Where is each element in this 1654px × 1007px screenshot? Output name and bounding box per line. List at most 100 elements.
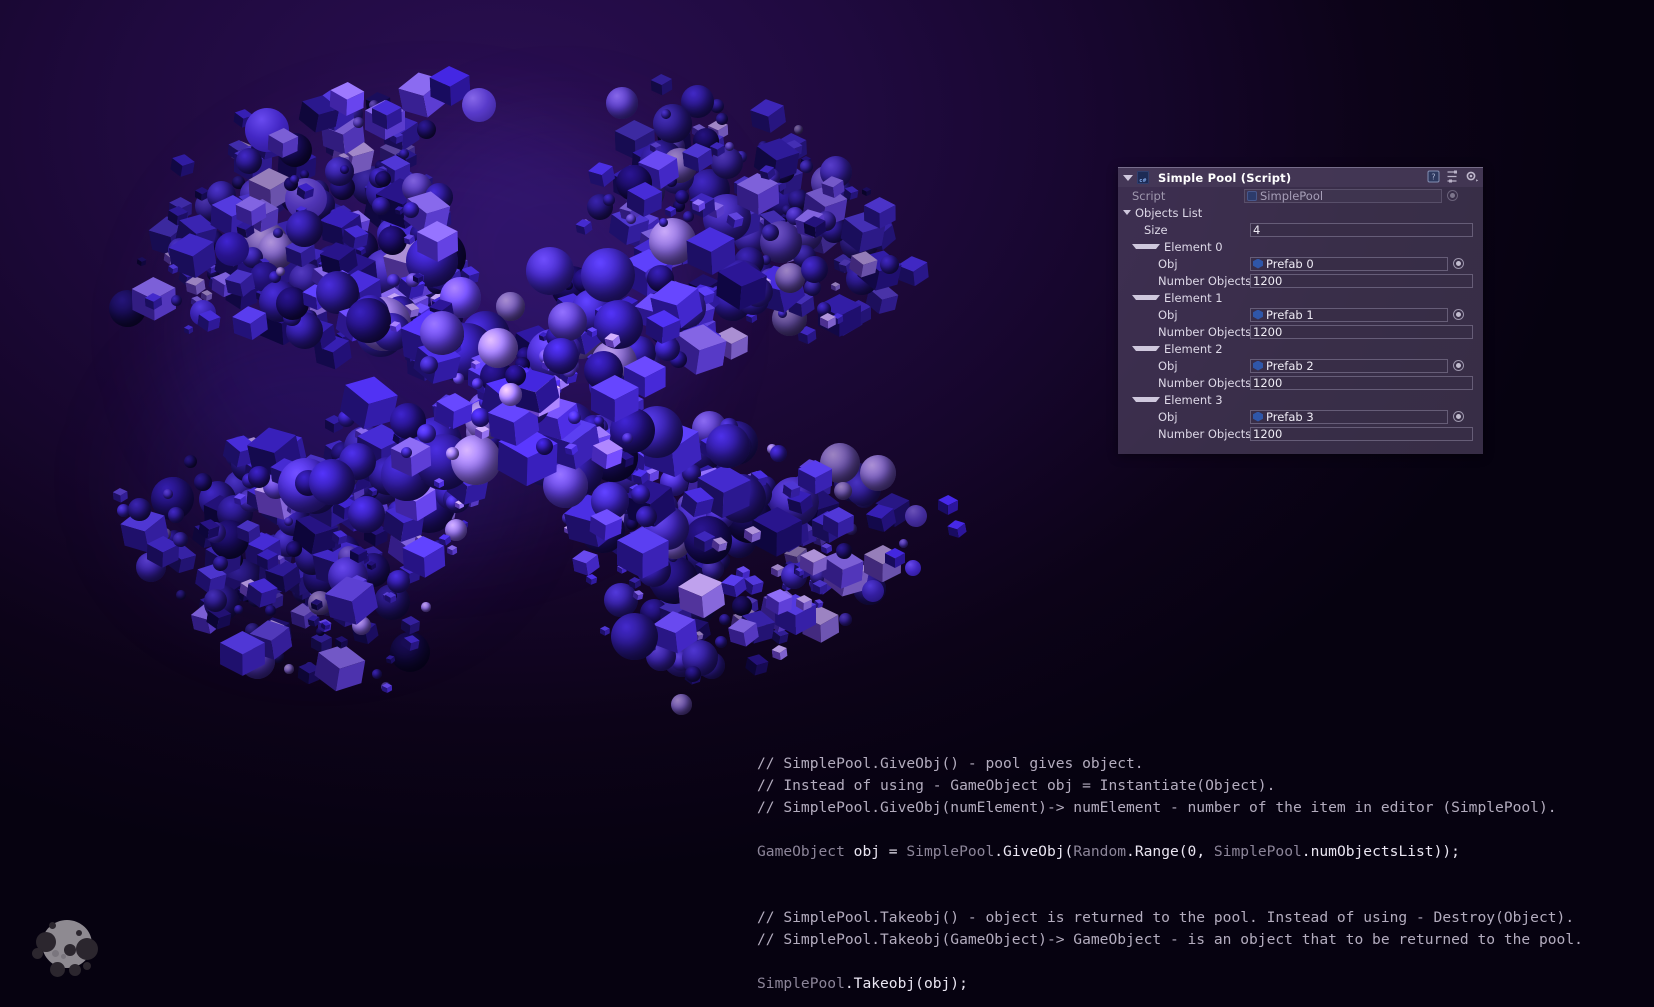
pooled-object: [183, 454, 198, 469]
pooled-object: [691, 198, 705, 212]
inspector-bottom-spacer: [1118, 444, 1483, 454]
pooled-object: [163, 489, 173, 499]
pooled-object: [197, 308, 222, 333]
pooled-object: [220, 631, 265, 676]
element-3-foldout-icon[interactable]: [1132, 397, 1160, 402]
element-1-foldout-icon[interactable]: [1132, 295, 1160, 300]
pooled-object: [310, 598, 323, 611]
script-field[interactable]: SimplePool: [1244, 189, 1442, 203]
pooled-object: [749, 97, 787, 135]
code-line-4: GameObject obj = SimplePool.GiveObj(Rand…: [757, 843, 1460, 860]
element-2-foldout-row[interactable]: Element 2: [1118, 340, 1483, 357]
element-0-count-label: Number Objects: [1124, 274, 1250, 288]
objects-list-foldout-row[interactable]: Objects List: [1118, 204, 1483, 221]
element-1-obj-field[interactable]: Prefab 1: [1250, 308, 1448, 322]
element-1-foldout-row[interactable]: Element 1: [1118, 289, 1483, 306]
pooled-object: [938, 495, 958, 515]
element-2-foldout-icon[interactable]: [1132, 346, 1160, 351]
code-gap-2: [757, 863, 1583, 885]
code-line-6: // SimplePool.Takeobj(GameObject)-> Game…: [757, 931, 1583, 948]
pooled-object: [681, 141, 713, 173]
code-line-2: // Instead of using - GameObject obj = I…: [757, 777, 1275, 794]
pooled-object: [820, 313, 836, 329]
element-0-count-row[interactable]: Number Objects 1200: [1118, 272, 1483, 289]
element-3-obj-row[interactable]: Obj Prefab 3: [1118, 408, 1483, 425]
element-0-foldout-icon[interactable]: [1132, 244, 1160, 249]
pooled-object: [329, 81, 364, 116]
element-0-foldout-row[interactable]: Element 0: [1118, 238, 1483, 255]
element-0-obj-row[interactable]: Obj Prefab 0: [1118, 255, 1483, 272]
pooled-object: [276, 267, 285, 276]
script-row[interactable]: Script SimplePool: [1118, 187, 1483, 204]
pooled-object: [447, 545, 458, 556]
preset-icon[interactable]: [1446, 170, 1459, 186]
pooled-object: [604, 331, 622, 349]
pooled-object: [674, 189, 689, 204]
pooled-object: [864, 197, 896, 229]
pooled-object: [677, 571, 726, 620]
pooled-object: [323, 571, 381, 629]
pooled-object: [330, 529, 347, 546]
element-2-object-picker-icon[interactable]: [1453, 360, 1464, 371]
pooled-object: [169, 152, 196, 179]
pooled-object: [434, 478, 444, 488]
pooled-object: [627, 182, 663, 218]
element-2-obj-value: Prefab 2: [1266, 359, 1314, 373]
simple-pool-inspector-panel[interactable]: c# Simple Pool (Script) ?: [1118, 167, 1483, 454]
pooled-object: [632, 468, 650, 486]
element-2-count-label: Number Objects: [1124, 376, 1250, 390]
pooled-object: [715, 112, 728, 125]
element-1-count-row[interactable]: Number Objects 1200: [1118, 323, 1483, 340]
crater-icon: [69, 964, 81, 976]
element-3-label: Element 3: [1164, 393, 1223, 407]
element-2-count-row[interactable]: Number Objects 1200: [1118, 374, 1483, 391]
element-1-obj-row[interactable]: Obj Prefab 1: [1118, 306, 1483, 323]
component-foldout-icon[interactable]: [1123, 175, 1133, 181]
objects-list-label: Objects List: [1135, 206, 1202, 220]
array-size-row[interactable]: Size 4: [1118, 221, 1483, 238]
element-3-foldout-row[interactable]: Element 3: [1118, 391, 1483, 408]
array-size-input[interactable]: 4: [1250, 223, 1473, 237]
element-2-obj-field[interactable]: Prefab 2: [1250, 359, 1448, 373]
pooled-object: [744, 526, 762, 544]
pooled-object: [413, 273, 423, 283]
help-icon[interactable]: ?: [1427, 170, 1440, 186]
gear-icon[interactable]: [1465, 170, 1479, 186]
pooled-object: [591, 375, 639, 423]
code-line-3: // SimplePool.GiveObj(numElement)-> numE…: [757, 799, 1557, 816]
element-3-object-picker-icon[interactable]: [1453, 411, 1464, 422]
pooled-object: [168, 264, 179, 275]
element-3-count-row[interactable]: Number Objects 1200: [1118, 425, 1483, 444]
pooled-object: [575, 217, 593, 235]
pooled-object: [256, 548, 278, 570]
pooled-object: [350, 546, 367, 563]
element-3-count-input[interactable]: 1200: [1250, 427, 1473, 441]
pooled-object: [170, 294, 182, 306]
pooled-object: [862, 186, 871, 195]
array-size-label: Size: [1124, 223, 1250, 237]
crater-icon: [76, 938, 98, 960]
element-2-label: Element 2: [1164, 342, 1223, 356]
element-0-object-picker-icon[interactable]: [1453, 258, 1464, 269]
script-object-picker-icon[interactable]: [1447, 190, 1458, 201]
element-2-count-input[interactable]: 1200: [1250, 376, 1473, 390]
pooled-object: [769, 444, 788, 463]
element-0-count-input[interactable]: 1200: [1250, 274, 1473, 288]
objects-list-foldout-icon[interactable]: [1123, 210, 1131, 215]
pooled-object: [664, 205, 676, 217]
code-line-5: // SimplePool.Takeobj() - object is retu…: [757, 909, 1574, 926]
pooled-object: [799, 548, 827, 576]
element-3-obj-field[interactable]: Prefab 3: [1250, 410, 1448, 424]
pooled-object: [136, 257, 146, 267]
crater-icon: [49, 922, 56, 929]
pooled-object: [839, 613, 853, 627]
unity-game-view[interactable]: [0, 0, 1060, 790]
element-1-count-input[interactable]: 1200: [1250, 325, 1473, 339]
pooled-object: [600, 626, 610, 636]
inspector-header[interactable]: c# Simple Pool (Script) ?: [1118, 168, 1483, 187]
element-0-obj-field[interactable]: Prefab 0: [1250, 257, 1448, 271]
element-2-obj-row[interactable]: Obj Prefab 2: [1118, 357, 1483, 374]
element-1-object-picker-icon[interactable]: [1453, 309, 1464, 320]
pooled-object: [435, 392, 473, 430]
element-1-obj-label: Obj: [1124, 308, 1250, 322]
